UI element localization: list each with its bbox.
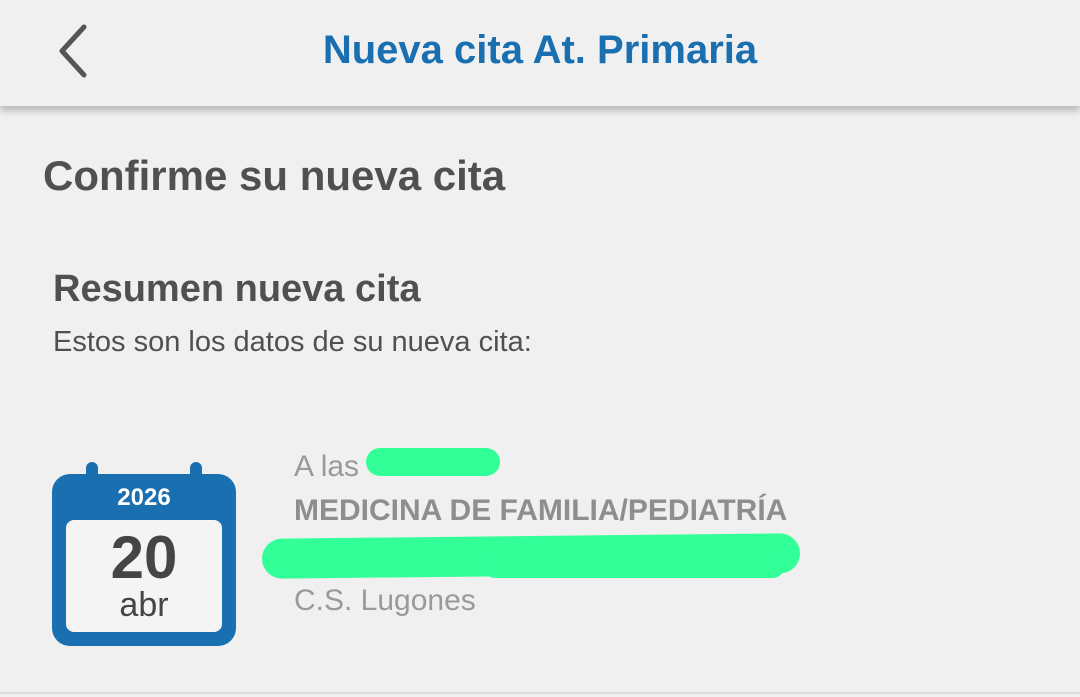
summary-subtitle: Estos son los datos de su nueva cita: [53,326,532,358]
calendar-month: abr [119,586,169,624]
appointment-center: C.S. Lugones [294,584,476,617]
app-header: Nueva cita At. Primaria [0,0,1080,106]
calendar-day: 20 [110,524,178,591]
calendar-icon: 2026 20 abr [52,462,236,646]
appointment-service: MEDICINA DE FAMILIA/PEDIATRÍA [294,494,788,527]
redaction-mark [484,556,784,578]
calendar-year: 2026 [117,484,171,511]
summary-title: Resumen nueva cita [53,268,421,310]
page-title: Confirme su nueva cita [43,152,506,199]
appointment-time: A las [294,450,359,484]
redaction-mark [366,448,500,476]
header-title: Nueva cita At. Primaria [322,28,758,72]
divider [0,692,1080,694]
time-label: A las [294,450,360,483]
